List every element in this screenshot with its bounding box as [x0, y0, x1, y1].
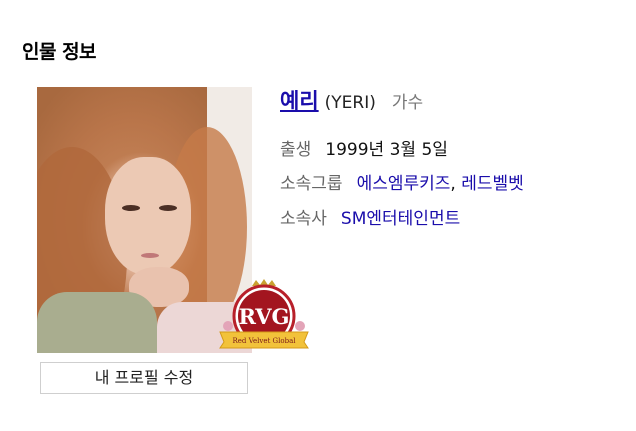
agency-link[interactable]: SM엔터테인먼트 — [341, 209, 460, 229]
group-label: 소속그룹 — [280, 174, 343, 194]
rvg-badge-logo: RVG Red Velvet Global — [219, 279, 309, 349]
badge-flower — [223, 321, 233, 331]
english-name: (YERI) — [324, 93, 376, 113]
occupation: 가수 — [391, 93, 424, 113]
agency-row: 소속사 SM엔터테인먼트 — [280, 204, 460, 229]
birth-value: 1999년 3월 5일 — [325, 140, 448, 160]
photo-eye — [159, 205, 177, 211]
birth-label: 출생 — [280, 140, 312, 160]
person-name-link[interactable]: 예리 — [280, 89, 319, 113]
group-separator: , — [450, 174, 456, 194]
name-row: 예리 (YERI) 가수 — [280, 85, 423, 115]
photo-eye — [122, 205, 140, 211]
group-link-red-velvet[interactable]: 레드벨벳 — [461, 174, 524, 194]
agency-label: 소속사 — [280, 209, 327, 229]
photo-sleeve — [37, 292, 157, 353]
badge-text: RVG — [239, 304, 290, 329]
edit-profile-button[interactable]: 내 프로필 수정 — [40, 362, 248, 394]
group-row: 소속그룹 에스엠루키즈, 레드벨벳 — [280, 169, 524, 194]
badge-flower — [295, 321, 305, 331]
badge-ribbon-text: Red Velvet Global — [233, 337, 297, 345]
photo-mouth — [141, 253, 159, 258]
section-title: 인물 정보 — [22, 41, 97, 63]
birth-row: 출생 1999년 3월 5일 — [280, 135, 448, 160]
group-link-sm-rookies[interactable]: 에스엠루키즈 — [357, 174, 451, 194]
